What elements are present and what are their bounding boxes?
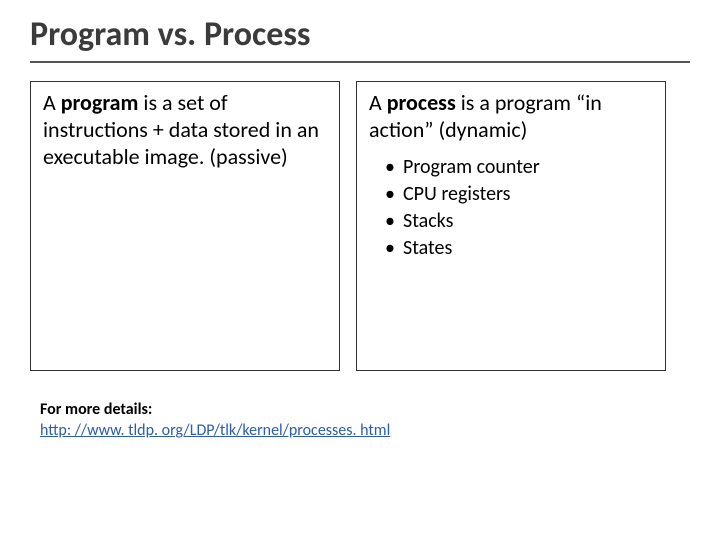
- slide-title: Program vs. Process: [30, 14, 690, 63]
- process-bullets: Program counter CPU registers Stacks Sta…: [369, 154, 653, 262]
- slide: Program vs. Process A program is a set o…: [0, 0, 720, 540]
- list-item: Stacks: [403, 208, 653, 235]
- footer-link[interactable]: http: //www. tldp. org/LDP/tlk/kernel/pr…: [40, 421, 390, 440]
- process-definition: A process is a program “in action” (dyna…: [369, 90, 653, 144]
- footer: For more details: http: //www. tldp. org…: [40, 399, 390, 442]
- process-term: process: [387, 89, 456, 116]
- text: A: [369, 89, 387, 116]
- process-box: A process is a program “in action” (dyna…: [356, 81, 666, 371]
- program-definition: A program is a set of instructions + dat…: [43, 90, 327, 170]
- program-term: program: [61, 89, 139, 116]
- columns: A program is a set of instructions + dat…: [30, 81, 690, 371]
- footer-label: For more details:: [40, 399, 390, 421]
- list-item: CPU registers: [403, 181, 653, 208]
- program-box: A program is a set of instructions + dat…: [30, 81, 340, 371]
- text: A: [43, 89, 61, 116]
- list-item: Program counter: [403, 154, 653, 181]
- list-item: States: [403, 235, 653, 262]
